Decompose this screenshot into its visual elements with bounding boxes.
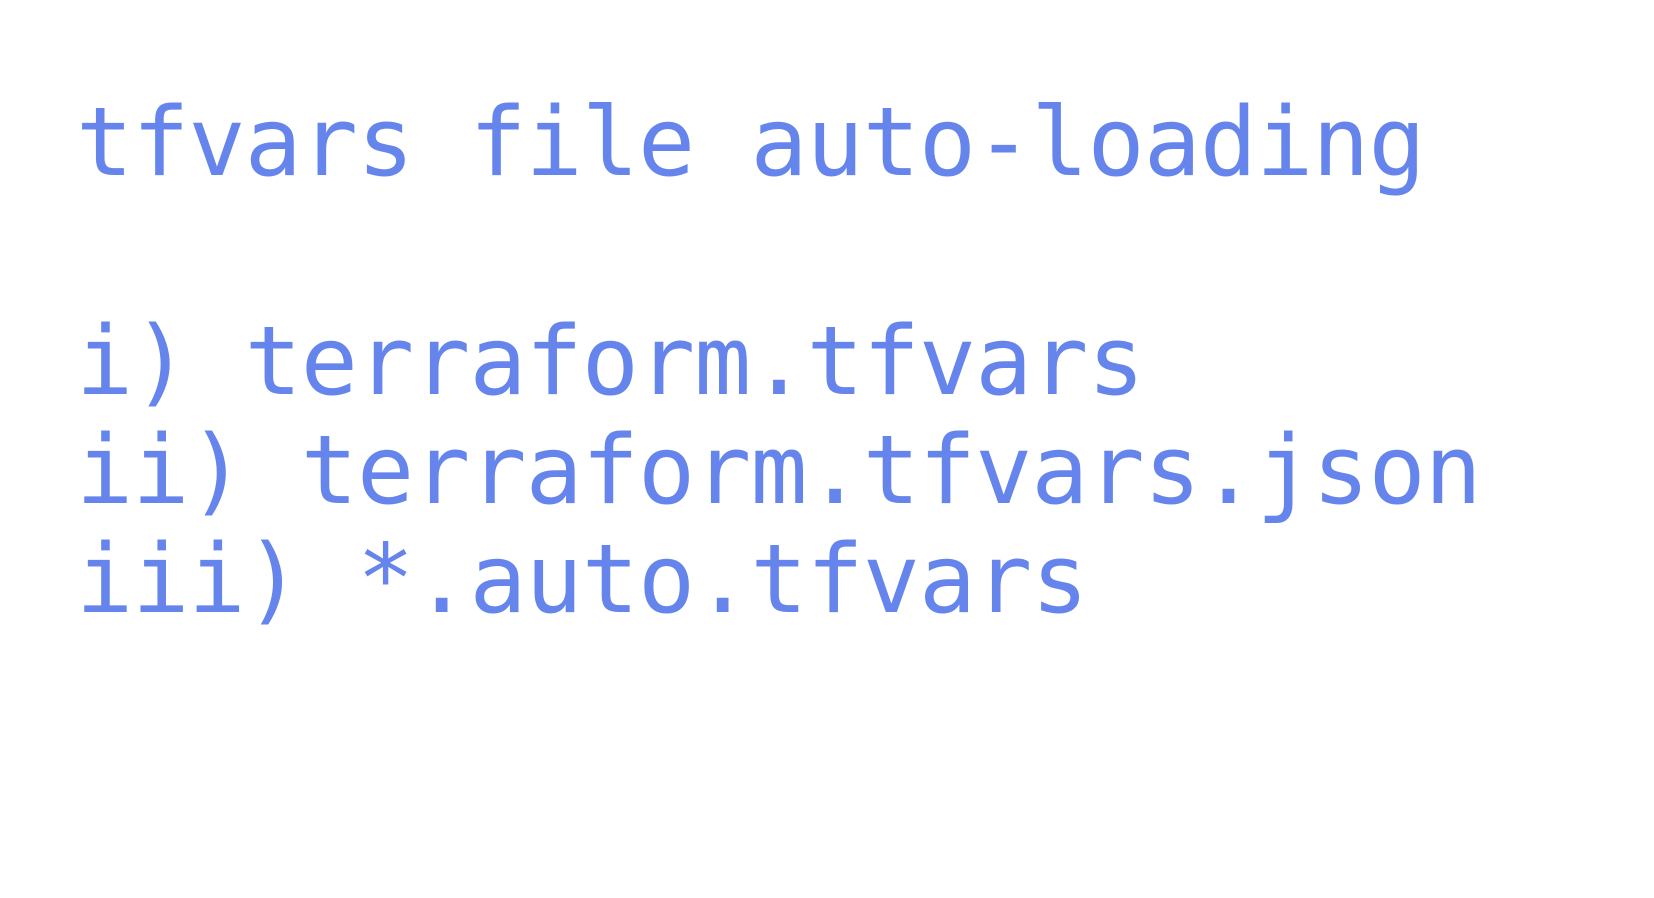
list-item: iii) *.auto.tfvars bbox=[76, 525, 1089, 635]
slide-title: tfvars file auto-loading bbox=[76, 88, 1426, 198]
slide: tfvars file auto-loading i) terraform.tf… bbox=[0, 0, 1654, 898]
tfvars-file-list: i) terraform.tfvars ii) terraform.tfvars… bbox=[76, 307, 1482, 635]
list-item: ii) terraform.tfvars.json bbox=[76, 416, 1482, 526]
list-item: i) terraform.tfvars bbox=[76, 307, 1145, 417]
